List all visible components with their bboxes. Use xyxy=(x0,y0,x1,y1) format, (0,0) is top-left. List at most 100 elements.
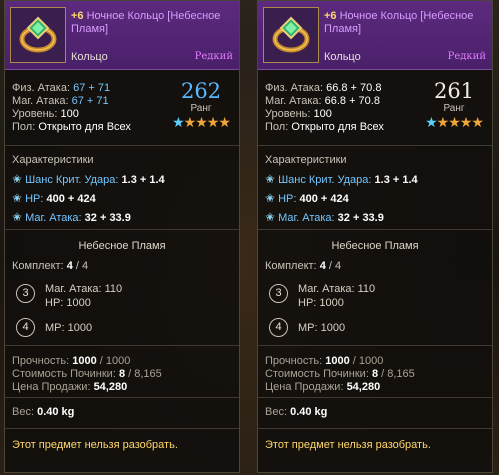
bonus-line: HP: 1000 xyxy=(45,297,91,309)
set-bonus: 3 Маг. Атака: 110 HP: 1000 xyxy=(12,282,239,310)
bonus-line: HP: 1000 xyxy=(298,297,344,309)
char-row: ✬ HP: 400 + 424 xyxy=(12,189,239,208)
star-icon: ★ xyxy=(425,114,438,130)
rank-value: 261 xyxy=(433,79,475,103)
characteristics-section: Характеристики ✬ Шанс Крит. Удара: 1.3 + … xyxy=(258,146,492,230)
durability-section: Прочность: 1000 / 1000 Стоимость Починки… xyxy=(5,346,239,398)
char-label: HP: xyxy=(278,193,297,205)
item-rarity: Редкий xyxy=(447,51,486,62)
gender-label: Пол: xyxy=(12,121,36,133)
char-label: HP: xyxy=(25,193,44,205)
rank-stars: ★★★★★ xyxy=(166,115,236,130)
repair-label: Стоимость Починки: xyxy=(265,368,369,380)
bonus-line: MP: 1000 xyxy=(45,322,93,334)
char-label: Маг. Атака: xyxy=(25,212,82,224)
char-value: 400 + 424 xyxy=(299,193,349,205)
weight-label: Вес: xyxy=(12,406,35,418)
item-name: Ночное Кольцо [Небесное Пламя] xyxy=(324,10,474,35)
char-value: 1.3 + 1.4 xyxy=(374,174,418,186)
characteristics-section: Характеристики ✬ Шанс Крит. Удара: 1.3 + … xyxy=(5,146,239,230)
phys-attack-label: Физ. Атака: xyxy=(12,82,71,94)
mag-attack-label: Маг. Атака: xyxy=(12,95,69,107)
mag-attack-value: 66.8 + 70.8 xyxy=(324,95,380,107)
characteristics-title: Характеристики xyxy=(265,154,347,166)
char-row: ✬ Маг. Атака: 32 + 33.9 xyxy=(265,208,492,227)
gender-value: Открыто для Всех xyxy=(291,121,384,133)
base-stats: Физ. Атака: 66.8 + 70.8 Маг. Атака: 66.8… xyxy=(258,70,492,146)
phys-attack-label: Физ. Атака: xyxy=(265,82,324,94)
item-tooltip-left: +6 Ночное Кольцо [Небесное Пламя] Кольцо… xyxy=(4,0,240,473)
ring-icon xyxy=(19,16,57,53)
weight-section: Вес: 0.40 kg xyxy=(5,398,239,429)
item-tooltip-right: +6 Ночное Кольцо [Небесное Пламя] Кольцо… xyxy=(257,0,493,473)
item-icon-slot xyxy=(10,7,66,63)
enhance-level: +6 xyxy=(324,10,337,22)
char-row: ✬ Шанс Крит. Удара: 1.3 + 1.4 xyxy=(12,170,239,189)
star-icon: ✬ xyxy=(265,210,276,224)
set-section: Небесное Пламя Комплект: 4 / 4 3 Маг. Ат… xyxy=(5,230,239,346)
char-value: 1.3 + 1.4 xyxy=(121,174,165,186)
char-row: ✬ HP: 400 + 424 xyxy=(265,189,492,208)
mag-attack-value: 67 + 71 xyxy=(71,95,109,107)
rank-stars: ★★★★★ xyxy=(419,115,489,130)
item-icon-slot xyxy=(263,7,319,63)
item-title: +6 Ночное Кольцо [Небесное Пламя] xyxy=(71,10,235,36)
repair-max: / 8,165 xyxy=(381,368,415,380)
weight-section: Вес: 0.40 kg xyxy=(258,398,492,429)
bonus-count-badge: 3 xyxy=(16,284,35,303)
char-value: 32 + 33.9 xyxy=(84,212,131,224)
enhance-level: +6 xyxy=(71,10,84,22)
level-label: Уровень: xyxy=(12,108,58,120)
weight-value: 0.40 kg xyxy=(37,406,75,418)
set-have: 4 xyxy=(319,260,326,272)
bonus-line: Маг. Атака: 110 xyxy=(45,283,123,295)
durability-section: Прочность: 1000 / 1000 Стоимость Починки… xyxy=(258,346,492,398)
repair-value: 8 xyxy=(118,368,126,380)
rank-box: 262 Ранг ★★★★★ xyxy=(166,79,236,130)
durability-label: Прочность: xyxy=(265,355,323,367)
bonus-count-badge: 4 xyxy=(269,318,288,337)
star-icon: ★ xyxy=(172,114,185,130)
ring-icon xyxy=(272,16,310,53)
set-bonus: 3 Маг. Атака: 110 HP: 1000 xyxy=(265,282,492,310)
repair-max: / 8,165 xyxy=(128,368,162,380)
set-count: Комплект: 4 / 4 xyxy=(265,260,492,273)
rank-box: 261 Ранг ★★★★★ xyxy=(419,79,489,130)
sell-value: 54,280 xyxy=(93,381,128,393)
sell-label: Цена Продажи: xyxy=(12,381,91,393)
phys-attack-value: 67 + 71 xyxy=(73,82,111,94)
set-total: / 4 xyxy=(75,260,89,272)
no-disassemble-warning: Этот предмет нельзя разобрать. xyxy=(12,439,178,451)
durability-max: / 1000 xyxy=(352,355,384,367)
level-value: 100 xyxy=(313,108,332,120)
star-icon: ✬ xyxy=(265,172,276,186)
item-rarity: Редкий xyxy=(194,51,233,62)
mag-attack-label: Маг. Атака: xyxy=(265,95,322,107)
durability-max: / 1000 xyxy=(99,355,131,367)
durability-value: 1000 xyxy=(325,355,350,367)
base-stats: Физ. Атака: 67 + 71 Маг. Атака: 67 + 71 … xyxy=(5,70,239,146)
level-label: Уровень: xyxy=(265,108,311,120)
char-row: ✬ Маг. Атака: 32 + 33.9 xyxy=(12,208,239,227)
sell-value: 54,280 xyxy=(346,381,381,393)
star-icon: ✬ xyxy=(12,172,23,186)
durability-label: Прочность: xyxy=(12,355,70,367)
no-disassemble-warning: Этот предмет нельзя разобрать. xyxy=(265,439,431,451)
char-value: 400 + 424 xyxy=(46,193,96,205)
star-icon: ✬ xyxy=(12,191,23,205)
char-row: ✬ Шанс Крит. Удара: 1.3 + 1.4 xyxy=(265,170,492,189)
characteristics-title: Характеристики xyxy=(12,154,94,166)
durability-value: 1000 xyxy=(72,355,97,367)
set-name: Небесное Пламя xyxy=(331,240,419,252)
item-type: Кольцо xyxy=(71,51,108,63)
weight-label: Вес: xyxy=(265,406,288,418)
star-icon: ✬ xyxy=(265,191,276,205)
tooltip-header: +6 Ночное Кольцо [Небесное Пламя] Кольцо… xyxy=(5,1,239,70)
star-icon: ★★★★ xyxy=(436,114,484,130)
weight-value: 0.40 kg xyxy=(290,406,328,418)
set-label: Комплект: xyxy=(265,260,317,272)
set-count: Комплект: 4 / 4 xyxy=(12,260,239,273)
set-bonus: 4 MP: 1000 xyxy=(265,316,492,344)
tooltip-header: +6 Ночное Кольцо [Небесное Пламя] Кольцо… xyxy=(258,1,492,70)
set-label: Комплект: xyxy=(12,260,64,272)
